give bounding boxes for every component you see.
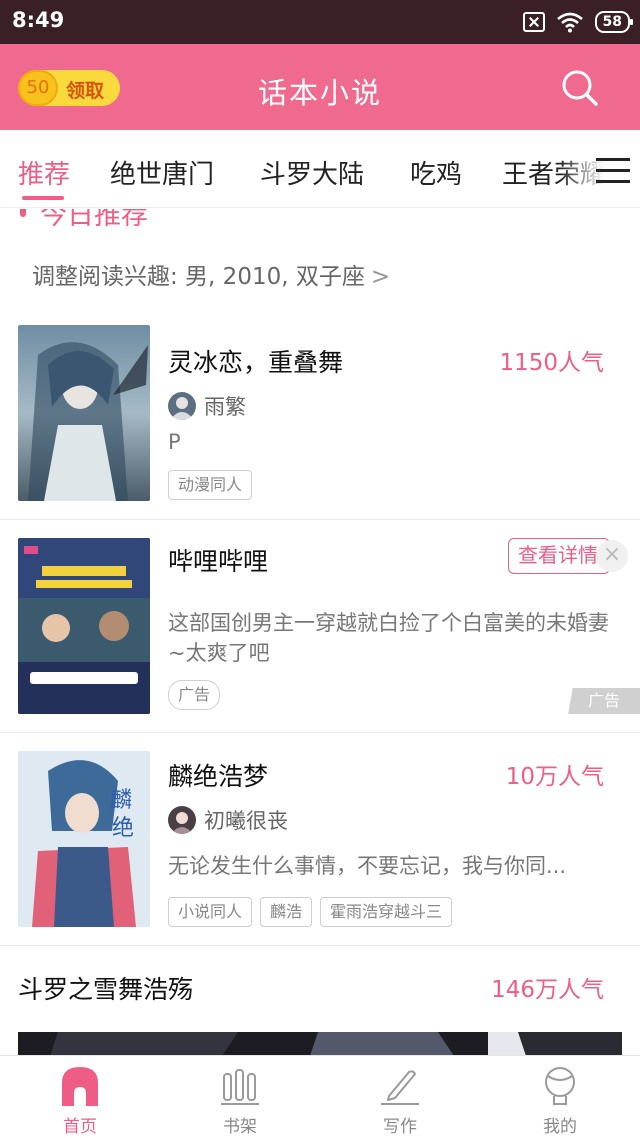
nav-label: 我的: [543, 1117, 577, 1137]
section-bar: [20, 209, 26, 217]
tab-recommended[interactable]: 推荐: [18, 154, 70, 191]
author-name: 初曦很丧: [204, 809, 288, 833]
book-title: 麟绝浩梦: [168, 762, 269, 791]
book-title: 斗罗之雪舞浩殇: [18, 975, 194, 1004]
reading-preference-link[interactable]: 调整阅读兴趣: 男, 2010, 双子座 >: [32, 257, 390, 291]
book-description: P: [168, 430, 181, 454]
ad-description: 这部国创男主一穿越就白捡了个白富美的未婚妻~太爽了吧: [168, 611, 609, 665]
tag[interactable]: 麟浩: [260, 897, 313, 927]
author-name: 雨繁: [204, 395, 246, 419]
popularity-count: 146万人气: [491, 977, 604, 1003]
tag[interactable]: 霍雨浩穿越斗三: [320, 897, 453, 927]
nav-profile[interactable]: 我的: [480, 1056, 640, 1138]
book-card[interactable]: 麟 绝 麟绝浩梦 10万人气 初曦很丧 无论发生什么事情，不要忘记，我与你同..…: [0, 733, 640, 946]
popularity-count: 10万人气: [505, 764, 604, 790]
tab-chiji[interactable]: 吃鸡: [410, 154, 462, 191]
book-cover: 麟 绝: [18, 751, 150, 927]
ad-tag: 广告: [168, 680, 221, 710]
ad-card[interactable]: 哔哩哔哩 查看详情 × 这部国创男主一穿越就白捡了个白富美的未婚妻~太爽了吧 广…: [0, 520, 640, 733]
app-title: 话本小说: [257, 76, 382, 110]
nav-label: 写作: [383, 1117, 417, 1137]
author: 雨繁: [168, 391, 246, 421]
svg-text:绝: 绝: [112, 816, 134, 841]
tab-douluo-dalu[interactable]: 斗罗大陆: [260, 154, 364, 191]
profile-icon: [545, 1067, 575, 1105]
nav-label: 首页: [63, 1117, 97, 1137]
book-card[interactable]: 斗罗之雪舞浩殇 146万人气: [0, 946, 640, 1055]
book-title: 灵冰恋，重叠舞: [168, 348, 344, 377]
chevron-right-icon: >: [370, 264, 391, 290]
tag[interactable]: 小说同人: [168, 897, 253, 927]
nav-home[interactable]: 首页: [0, 1056, 160, 1138]
search-icon[interactable]: [558, 66, 602, 110]
status-icons: 58: [522, 10, 634, 34]
svg-text:麟: 麟: [110, 788, 132, 813]
bookshelf-icon: [221, 1069, 259, 1105]
tab-indicator: [22, 196, 64, 200]
book-card[interactable]: 灵冰恋，重叠舞 1150人气 雨繁 P 动漫同人: [0, 307, 640, 520]
bottom-nav: 首页 书架 写作 我的: [0, 1055, 640, 1138]
notification-icon: [522, 12, 545, 32]
app-header: 50 领取 话本小说: [0, 44, 640, 130]
tag-row: 小说同人 麟浩 霍雨浩穿越斗三: [168, 897, 453, 927]
category-tabs: 推荐 绝世唐门 斗罗大陆 吃鸡 王者荣耀: [0, 130, 640, 208]
author-avatar: [168, 392, 196, 420]
pencil-icon: [381, 1070, 419, 1105]
close-icon[interactable]: ×: [596, 540, 628, 572]
ad-image: [18, 538, 150, 714]
book-description: 无论发生什么事情，不要忘记，我与你同...: [168, 854, 567, 878]
status-bar: 8:49 58: [0, 0, 640, 44]
wifi-icon: [556, 12, 583, 33]
status-time: 8:49: [12, 8, 65, 32]
menu-icon[interactable]: [596, 158, 630, 184]
nav-write[interactable]: 写作: [320, 1056, 480, 1138]
preference-text: 调整阅读兴趣: 男, 2010, 双子座: [32, 264, 365, 290]
tag-row: 动漫同人: [168, 470, 253, 500]
nav-label: 书架: [223, 1117, 257, 1137]
tab-jueshi-tangmen[interactable]: 绝世唐门: [110, 154, 214, 191]
book-cover: [18, 1032, 622, 1055]
tag[interactable]: 动漫同人: [168, 470, 253, 500]
ad-mark: 广告: [560, 688, 640, 714]
section-title: 今日推荐: [40, 209, 148, 231]
book-cover: [18, 325, 150, 501]
author-avatar: [168, 806, 196, 834]
battery-icon: 58: [594, 11, 634, 33]
ad-title: 哔哩哔哩: [168, 547, 269, 576]
nav-bookshelf[interactable]: 书架: [160, 1056, 320, 1138]
tag-row: 广告: [168, 680, 221, 710]
author: 初曦很丧: [168, 805, 288, 835]
view-details-button[interactable]: 查看详情: [508, 538, 610, 574]
feed[interactable]: 今日推荐 调整阅读兴趣: 男, 2010, 双子座 > 灵冰恋，重叠舞 1150人…: [0, 209, 640, 1055]
popularity-count: 1150人气: [499, 350, 604, 376]
home-icon: [62, 1067, 98, 1106]
